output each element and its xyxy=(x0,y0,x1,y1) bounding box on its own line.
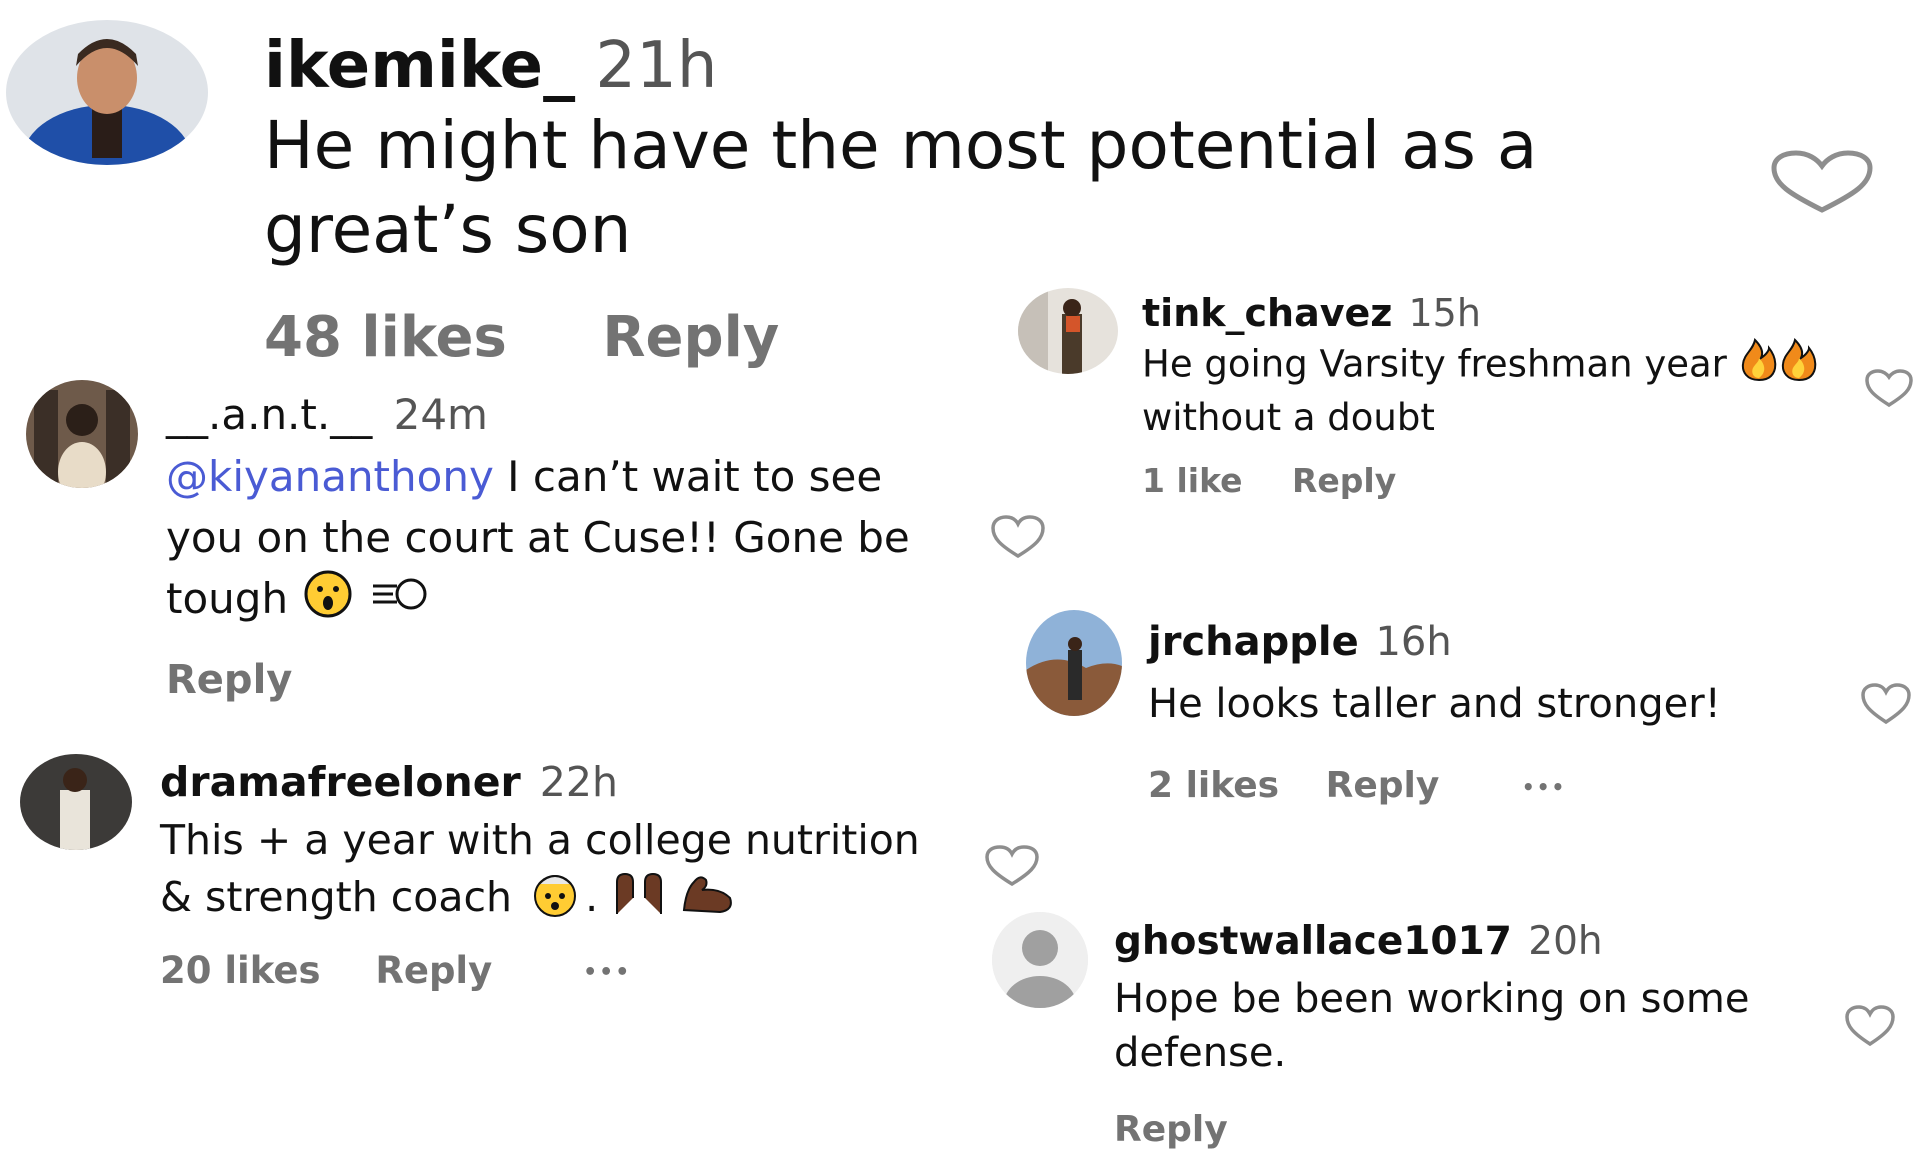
comment-text: This + a year with a college nutrition &… xyxy=(160,812,950,932)
reply-button[interactable]: Reply xyxy=(1114,1112,1228,1148)
username[interactable]: __.a.n.t.__ xyxy=(166,390,372,439)
timestamp: 15h xyxy=(1408,291,1481,335)
reply-button[interactable]: Reply xyxy=(1326,768,1440,804)
comment-text: He going Varsity freshman year without a… xyxy=(1142,337,1902,442)
reply-button[interactable]: Reply xyxy=(375,952,492,989)
timestamp: 22h xyxy=(539,758,618,806)
reply-button[interactable]: Reply xyxy=(166,660,292,700)
likes-count[interactable]: 2 likes xyxy=(1148,768,1279,804)
username[interactable]: ikemike_ xyxy=(264,29,575,103)
username[interactable]: tink_chavez xyxy=(1142,291,1392,335)
avatar[interactable] xyxy=(26,380,138,488)
heart-outline-icon[interactable] xyxy=(1770,150,1874,214)
timestamp: 16h xyxy=(1375,619,1452,665)
timestamp: 20h xyxy=(1528,919,1603,964)
more-options-icon[interactable]: ••• xyxy=(583,961,631,984)
likes-count[interactable]: 48 likes xyxy=(264,310,507,366)
username[interactable]: dramafreeloner xyxy=(160,758,521,806)
dashing-away-icon xyxy=(369,571,429,632)
comment-text: @kiyananthony I can’t wait to see you on… xyxy=(166,446,966,635)
likes-count[interactable]: 1 like xyxy=(1142,464,1243,497)
comment-body-line2: without a doubt xyxy=(1142,396,1435,439)
comment-text: Hope be been working on some defense. xyxy=(1114,976,1750,1076)
comment-text: He might have the most potential as a gr… xyxy=(264,107,1538,268)
fire-icon xyxy=(1779,337,1819,394)
raising-hands-icon xyxy=(611,870,667,930)
heart-outline-icon[interactable] xyxy=(1860,682,1912,726)
default-avatar-icon[interactable] xyxy=(992,912,1088,1008)
comment-text: He looks taller and stronger! xyxy=(1148,681,1721,727)
heart-outline-icon[interactable] xyxy=(990,514,1046,560)
reply-button[interactable]: Reply xyxy=(602,310,779,366)
reply-button[interactable]: Reply xyxy=(1292,464,1396,497)
fire-icon xyxy=(1739,337,1779,394)
timestamp: 21h xyxy=(595,29,718,103)
heart-outline-icon[interactable] xyxy=(1864,368,1914,408)
mention-link[interactable]: @kiyananthony xyxy=(166,452,494,501)
likes-count[interactable]: 20 likes xyxy=(160,952,320,989)
avatar[interactable] xyxy=(1026,610,1122,716)
flexed-biceps-icon xyxy=(680,870,736,930)
heart-outline-icon[interactable] xyxy=(984,844,1040,888)
exploding-head-icon xyxy=(525,868,585,932)
avatar[interactable] xyxy=(6,20,208,165)
comment-body: He going Varsity freshman year xyxy=(1142,342,1727,386)
astonished-face-icon xyxy=(301,569,355,635)
timestamp: 24m xyxy=(393,390,488,439)
heart-outline-icon[interactable] xyxy=(1844,1004,1896,1048)
avatar[interactable] xyxy=(1018,288,1118,374)
username[interactable]: jrchapple xyxy=(1148,619,1359,665)
avatar[interactable] xyxy=(20,754,132,850)
username[interactable]: ghostwallace1017 xyxy=(1114,919,1512,964)
more-options-icon[interactable]: ••• xyxy=(1522,777,1566,797)
